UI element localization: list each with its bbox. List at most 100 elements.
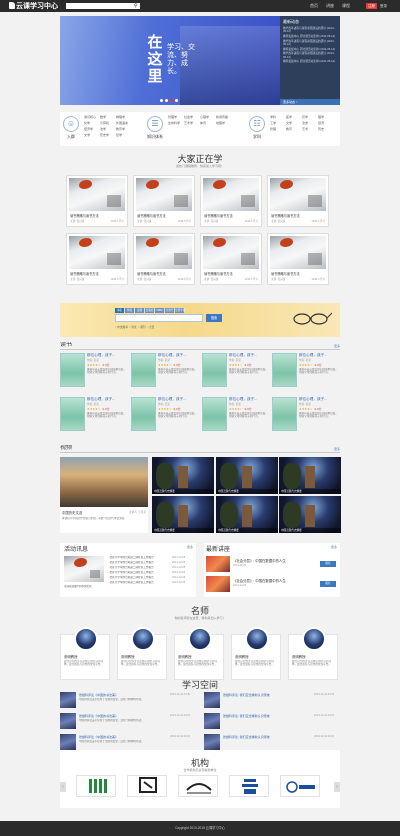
register-button[interactable]: 注册 — [366, 3, 377, 9]
search-tab[interactable]: 分类号 — [165, 308, 174, 313]
space-item[interactable]: 张继科评论: 我们应当重新认识传统 2014-12-12 13:21 — [204, 692, 336, 710]
news-item[interactable]: 教学改革进程与课程资源建设的研讨 (2014-05-12) — [283, 27, 337, 34]
search-tab[interactable]: 出版社 — [145, 308, 154, 313]
space-item[interactable]: 张继科评论: 我们应当重新认识传统 2014-12-12 13:21 — [204, 713, 336, 731]
category-link[interactable]: 计算机 — [100, 121, 109, 125]
video-thumb[interactable]: 中国近现代史纲要 — [216, 457, 278, 494]
category-link[interactable]: 化学 — [84, 121, 90, 125]
lecture-more-link[interactable]: 更多 — [331, 545, 337, 549]
category-link[interactable]: 哲学 — [116, 133, 122, 137]
video-thumb[interactable]: 中国近现代史纲要 — [279, 496, 341, 533]
login-link[interactable]: 登录 — [380, 3, 387, 9]
institution-logo[interactable] — [127, 775, 167, 797]
search-tab[interactable]: 主题 — [135, 308, 144, 313]
subject-link[interactable]: 农学 — [302, 115, 308, 119]
teacher-card[interactable]: 张明教授 建立以合作学习为中心的学习共同体，建立团队与思想的交流平台。 — [288, 627, 338, 680]
video-thumb[interactable]: 中国近现代史纲要 — [152, 457, 214, 494]
institution-logo[interactable] — [178, 775, 218, 797]
featured-video[interactable]: 中国历史文选 主讲人: 王某某 本课程以中国历史文献为主线，系统介绍历代重要文献… — [60, 457, 148, 533]
teacher-card[interactable]: 张明教授 建立以合作学习为中心的学习共同体，建立团队与思想的交流平台。 — [174, 627, 224, 680]
subject-link[interactable]: 文学 — [286, 121, 292, 125]
course-card[interactable]: 读书策略与读书方法 主讲: 张兴康 1234人学习 — [200, 233, 262, 285]
category-link[interactable]: 文学 — [84, 133, 90, 137]
activity-item[interactable]: · 社区大学举办合唱第二期社区工作报告 — [108, 576, 168, 580]
news-item[interactable]: 教师发展中心 研讨课活动安排 (2014-05-12) — [283, 60, 337, 63]
subject-link[interactable]: 管理 — [270, 127, 276, 131]
nav-lecture[interactable]: 讲座 — [326, 3, 334, 9]
book-item[interactable]: 那位心理，孩子... 作者: 某某 ★★★★☆ 9.0分 本书从孩子成长的心理需求出发，… — [202, 397, 272, 437]
book-item[interactable]: 那位心理，孩子... 作者: 某某 ★★★★☆ 9.0分 本书从孩子成长的心理需求出发，… — [131, 353, 201, 393]
news-item[interactable]: 教学改革进程与课程资源建设的研讨 (2014-05-12) — [283, 40, 337, 47]
subject-link[interactable]: 法学 — [302, 121, 308, 125]
subject-link[interactable]: 理学 — [318, 115, 324, 119]
video-thumb[interactable]: 中国近现代史纲要 — [216, 496, 278, 533]
search-icon[interactable]: ⚲ — [134, 3, 140, 9]
category-link[interactable]: 经济学 — [84, 127, 93, 131]
search-tab[interactable]: 书名 — [115, 308, 124, 313]
course-card[interactable]: 读书策略与读书方法 主讲: 张兴康 1234人学习 — [267, 175, 329, 227]
signup-button[interactable]: 报名 — [320, 561, 336, 567]
category-link[interactable]: 新闻传播 — [216, 115, 228, 119]
video-more-link[interactable]: 更多 — [334, 447, 340, 451]
subject-link[interactable]: 艺术 — [302, 127, 308, 131]
course-card[interactable]: 读书策略与读书方法 主讲: 张兴康 1234人学习 — [66, 233, 128, 285]
course-card[interactable]: 读书策略与读书方法 主讲: 张兴康 1234人学习 — [133, 175, 195, 227]
category-link[interactable]: 历史学 — [100, 133, 109, 137]
activity-more-link[interactable]: 更多 — [187, 545, 193, 549]
institution-logo[interactable] — [280, 775, 320, 797]
institution-logo[interactable] — [229, 775, 269, 797]
nav-home[interactable]: 首页 — [310, 3, 318, 9]
video-thumb[interactable]: 中国近现代史纲要 — [152, 496, 214, 533]
subject-link[interactable]: 教育 — [286, 127, 292, 131]
category-link[interactable]: 外国语言 — [116, 121, 128, 125]
category-link[interactable]: 艺术学 — [184, 121, 193, 125]
book-search-input[interactable] — [115, 314, 203, 322]
category-link[interactable]: 法学 — [100, 127, 106, 131]
lecture-item[interactable]: 《社会分层》: 中国在数据中的人生 2014-12-06 报名 — [206, 556, 338, 574]
category-subject[interactable]: ☷ 学科 — [248, 116, 266, 140]
book-item[interactable]: 那位心理，孩子... 作者: 某某 ★★★★☆ 9.0分 本书从孩子成长的心理需求出发，… — [60, 353, 130, 393]
signup-button[interactable]: 报名 — [320, 581, 336, 587]
teacher-card[interactable]: 张明教授 建立以合作学习为中心的学习共同体，建立团队与思想的交流平台。 — [117, 627, 167, 680]
search-option[interactable]: 期刊 — [140, 326, 145, 329]
book-item[interactable]: 那位心理，孩子... 作者: 某某 ★★★★☆ 9.0分 本书从孩子成长的心理需求出发，… — [272, 353, 342, 393]
subject-link[interactable]: 历史 — [318, 127, 324, 131]
category-link[interactable]: 心理学 — [200, 115, 209, 119]
news-more-link[interactable]: 更多动态 > — [280, 99, 340, 105]
search-option[interactable]: 全部 — [149, 326, 154, 329]
subject-link[interactable]: 经济 — [318, 121, 324, 125]
search-option[interactable]: 中文图书 — [117, 326, 127, 329]
activity-item[interactable]: · 社区大学举办合唱第二期社区工作报告 — [108, 566, 168, 570]
book-item[interactable]: 那位心理，孩子... 作者: 某某 ★★★★☆ 9.0分 本书从孩子成长的心理需求出发，… — [131, 397, 201, 437]
search-tab[interactable]: ISBN — [155, 308, 164, 313]
book-item[interactable]: 那位心理，孩子... 作者: 某某 ★★★★☆ 9.0分 本书从孩子成长的心理需求出发，… — [272, 397, 342, 437]
video-thumb[interactable]: 中国近现代史纲要 — [279, 457, 341, 494]
category-link[interactable]: 物理学 — [116, 115, 125, 119]
category-link[interactable]: 社会学 — [184, 115, 193, 119]
book-item[interactable]: 那位心理，孩子... 作者: 某某 ★★★★☆ 9.0分 本书从孩子成长的心理需求出发，… — [60, 397, 130, 437]
activity-item[interactable]: · 社区大学举办合唱第二期社区工作报告 — [108, 571, 168, 575]
activity-item[interactable]: · 社区大学举办合唱第二期社区工作报告 — [108, 561, 168, 565]
subject-link[interactable]: 医学 — [286, 115, 292, 119]
news-item[interactable]: 教师发展中心 研讨课活动安排 (2014-05-12) — [283, 35, 337, 38]
carousel-dots[interactable] — [160, 98, 180, 103]
teacher-card[interactable]: 张明教授 建立以合作学习为中心的学习共同体，建立团队与思想的交流平台。 — [231, 627, 281, 680]
institution-logo[interactable] — [76, 775, 116, 797]
course-card[interactable]: 读书策略与读书方法 主讲: 张兴康 1234人学习 — [133, 233, 195, 285]
news-item[interactable]: 教师发展中心 研讨课活动安排 (2014-05-12) — [283, 48, 337, 51]
subject-link[interactable]: 工学 — [270, 121, 276, 125]
course-card[interactable]: 读书策略与读书方法 主讲: 张兴康 1234人学习 — [200, 175, 262, 227]
course-card[interactable]: 读书策略与读书方法 主讲: 张兴康 1234人学习 — [66, 175, 128, 227]
news-item[interactable]: 教学改革进程与课程资源建设的研讨 (2014-05-12) — [283, 52, 337, 59]
search-option[interactable]: 外文 — [131, 326, 136, 329]
nav-course[interactable]: 课程 — [342, 3, 350, 9]
book-search-button[interactable]: 搜索 — [206, 314, 222, 322]
search-tab[interactable]: 作者 — [125, 308, 134, 313]
space-item[interactable]: 张继科评论《中国的书法美》 2014-12-12 13:21 中国的书法美不仅在于形… — [60, 692, 192, 710]
lecture-item[interactable]: 《社会分层》: 中国在数据中的人生 2014-12-06 报名 — [206, 576, 338, 594]
site-logo[interactable]: 云课学习中心 — [9, 2, 58, 11]
category-link[interactable]: 通识核心 — [84, 115, 96, 119]
search-input[interactable] — [66, 3, 140, 9]
category-link[interactable]: 教育学 — [116, 127, 125, 131]
category-join[interactable]: ☺ 入群 — [62, 116, 80, 140]
